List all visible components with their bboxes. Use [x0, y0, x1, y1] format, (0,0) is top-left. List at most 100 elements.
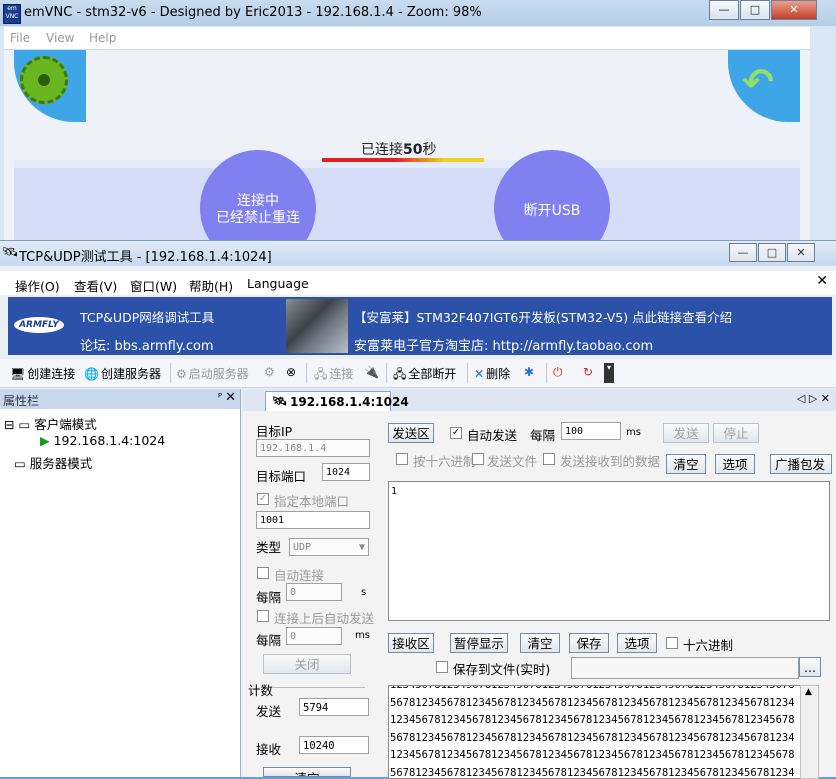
interval2-field[interactable]: 0	[286, 627, 342, 645]
tree-client-mode[interactable]: ⊟ ▭ 客户端模式	[4, 414, 97, 433]
banner-headline-link[interactable]: 【安富莱】STM32F407IGT6开发板(STM32-V5) 点此链接查看介绍	[354, 307, 732, 326]
refresh-icon[interactable]: ↻	[583, 365, 593, 379]
banner-title: TCP&UDP网络调试工具	[80, 307, 214, 326]
properties-close-icon[interactable]: ✕	[225, 390, 236, 405]
back-button[interactable]: ↶	[728, 50, 800, 122]
settings-button[interactable]	[14, 50, 86, 122]
auto-send-checkbox[interactable]: ✓	[450, 427, 462, 439]
auto-send-after-connect-checkbox[interactable]	[257, 610, 269, 622]
back-arrow-icon: ↶	[742, 60, 774, 104]
send-count-field: 5794	[299, 698, 369, 716]
recv-scrollbar[interactable]: ▲	[800, 685, 819, 779]
local-port-field[interactable]: 1001	[256, 511, 370, 529]
send-count-label: 发送	[256, 701, 281, 720]
toolbar-separator	[306, 363, 307, 383]
send-options-button[interactable]: 选项	[715, 454, 755, 474]
create-connection-button[interactable]: 🖥创建连接	[10, 365, 75, 382]
tree-client-item[interactable]: ▶ 192.168.1.4:1024	[40, 433, 165, 448]
armfly-banner[interactable]: ARMFLY TCP&UDP网络调试工具 论坛: bbs.armfly.com …	[8, 297, 832, 355]
create-server-button[interactable]: 🌐创建服务器	[84, 365, 161, 382]
banner-forum-link[interactable]: 论坛: bbs.armfly.com	[80, 335, 214, 354]
send-button[interactable]: 发送	[663, 423, 709, 443]
auto-connect-checkbox[interactable]	[257, 567, 269, 579]
type-select[interactable]: UDP▼	[289, 538, 369, 556]
menubar-close-icon[interactable]: ✕	[816, 273, 828, 289]
stop-server-icon[interactable]: ⚙	[264, 365, 275, 379]
tcp-minimize-button[interactable]: —	[729, 243, 757, 262]
recv-clear-button[interactable]: 清空	[520, 633, 560, 653]
send-interval-field[interactable]: 100	[561, 422, 621, 440]
hex-send-checkbox[interactable]	[396, 453, 408, 465]
send-file-label: 发送文件	[487, 451, 537, 470]
close-button[interactable]: 关闭	[263, 654, 351, 674]
toolbar: 🖥创建连接 🌐创建服务器 ⚙启动服务器 ⚙ ⊗ 🖧连接 🔌 🖧全部断开 ✕删除 …	[0, 359, 836, 388]
gear-icon	[20, 56, 68, 104]
server-icon: ▭	[14, 456, 26, 471]
browse-button[interactable]: ...	[799, 657, 821, 677]
banner-shop-link[interactable]: 安富莱电子官方淘宝店: http://armfly.taobao.com	[354, 335, 653, 354]
send-received-checkbox[interactable]	[543, 453, 555, 465]
pause-display-button[interactable]: 暂停显示	[450, 633, 508, 653]
tree-server-mode[interactable]: ▭ 服务器模式	[14, 453, 92, 472]
auto-send-label: 自动发送	[467, 425, 517, 444]
send-clear-button[interactable]: 清空	[666, 454, 706, 474]
vnc-maximize-button[interactable]: □	[740, 0, 770, 20]
pin-icon[interactable]: ᴾ	[218, 391, 222, 404]
scroll-up-icon[interactable]: ▲	[805, 687, 812, 697]
local-port-checkbox[interactable]: ✓	[257, 493, 269, 505]
tcp-titlebar[interactable]: 🛰 TCP&UDP测试工具 - [192.168.1.4:1024] — □ ✕	[0, 241, 836, 266]
save-to-file-label: 保存到文件(实时)	[453, 659, 550, 678]
vnc-close-button[interactable]: ✕	[771, 0, 817, 20]
recv-textarea[interactable]: 1234567812345678123456781234567812345678…	[388, 685, 802, 779]
send-interval-unit: ms	[626, 427, 641, 438]
cancel-circle-icon[interactable]: ⊗	[286, 365, 296, 379]
vnc-menu-help[interactable]: Help	[89, 31, 116, 45]
recv-line: 5678123456781234567812345678123456781234…	[389, 765, 801, 779]
send-file-checkbox[interactable]	[472, 453, 484, 465]
menu-help[interactable]: 帮助(H)	[189, 276, 233, 295]
send-textarea[interactable]: 1	[388, 481, 830, 621]
toolbar-separator	[386, 363, 387, 383]
toolbar-overflow-chevron-icon[interactable]: ▾	[604, 363, 614, 383]
vnc-titlebar[interactable]: em VNC emVNC - stm32-v6 - Designed by Er…	[0, 0, 836, 26]
recv-hex-checkbox[interactable]	[666, 637, 678, 649]
network-icon[interactable]: ✱	[524, 365, 534, 379]
tab-connection[interactable]: 🛰 192.168.1.4:1024	[265, 391, 391, 412]
delete-button[interactable]: ✕删除	[474, 365, 510, 382]
menu-view[interactable]: 查看(V)	[74, 276, 117, 295]
tab-navigation[interactable]: ◁ ▷ ✕	[797, 392, 830, 405]
delete-label: 删除	[486, 367, 510, 381]
menu-window[interactable]: 窗口(W)	[130, 276, 177, 295]
broadcast-button[interactable]: 广播包发送	[770, 454, 832, 474]
vnc-menubar: File View Help	[4, 27, 810, 50]
save-to-file-checkbox[interactable]	[436, 661, 448, 673]
connection-progress-bar	[322, 158, 484, 162]
menu-operate[interactable]: 操作(O)	[15, 276, 60, 295]
document-tabs: 🛰 192.168.1.4:1024 ◁ ▷ ✕	[243, 389, 836, 411]
save-path-field[interactable]	[571, 657, 799, 679]
hex-send-label: 按十六进制	[413, 451, 476, 470]
menu-language[interactable]: Language	[247, 276, 309, 291]
connect-button[interactable]: 🖧连接	[314, 365, 353, 386]
vnc-minimize-button[interactable]: —	[709, 0, 739, 20]
connection-content: 目标IP 192.168.1.4 目标端口 1024 ✓ 指定本地端口 1001…	[243, 411, 836, 777]
stop-button[interactable]: 停止	[713, 423, 759, 443]
recv-hex-label: 十六进制	[683, 635, 733, 654]
recv-options-button[interactable]: 选项	[617, 633, 657, 653]
play-icon: ▶	[40, 433, 50, 448]
send-interval-label: 每隔	[530, 425, 555, 444]
target-port-field[interactable]: 1024	[322, 463, 370, 481]
start-server-icon: ⚙	[176, 367, 187, 381]
tcp-maximize-button[interactable]: □	[758, 243, 786, 262]
start-server-button[interactable]: ⚙启动服务器	[176, 365, 249, 382]
tcp-close-button[interactable]: ✕	[787, 243, 815, 262]
disconnect-all-button[interactable]: 🖧全部断开	[393, 365, 456, 386]
vnc-menu-file[interactable]: File	[10, 31, 30, 45]
target-ip-field[interactable]: 192.168.1.4	[256, 439, 370, 457]
type-label: 类型	[256, 537, 281, 556]
power-icon[interactable]: ⏻	[553, 365, 563, 380]
disconnect-icon[interactable]: 🔌	[364, 365, 379, 379]
recv-save-button[interactable]: 保存	[569, 633, 609, 653]
interval-field[interactable]: 0	[286, 583, 342, 601]
vnc-menu-view[interactable]: View	[46, 31, 74, 45]
